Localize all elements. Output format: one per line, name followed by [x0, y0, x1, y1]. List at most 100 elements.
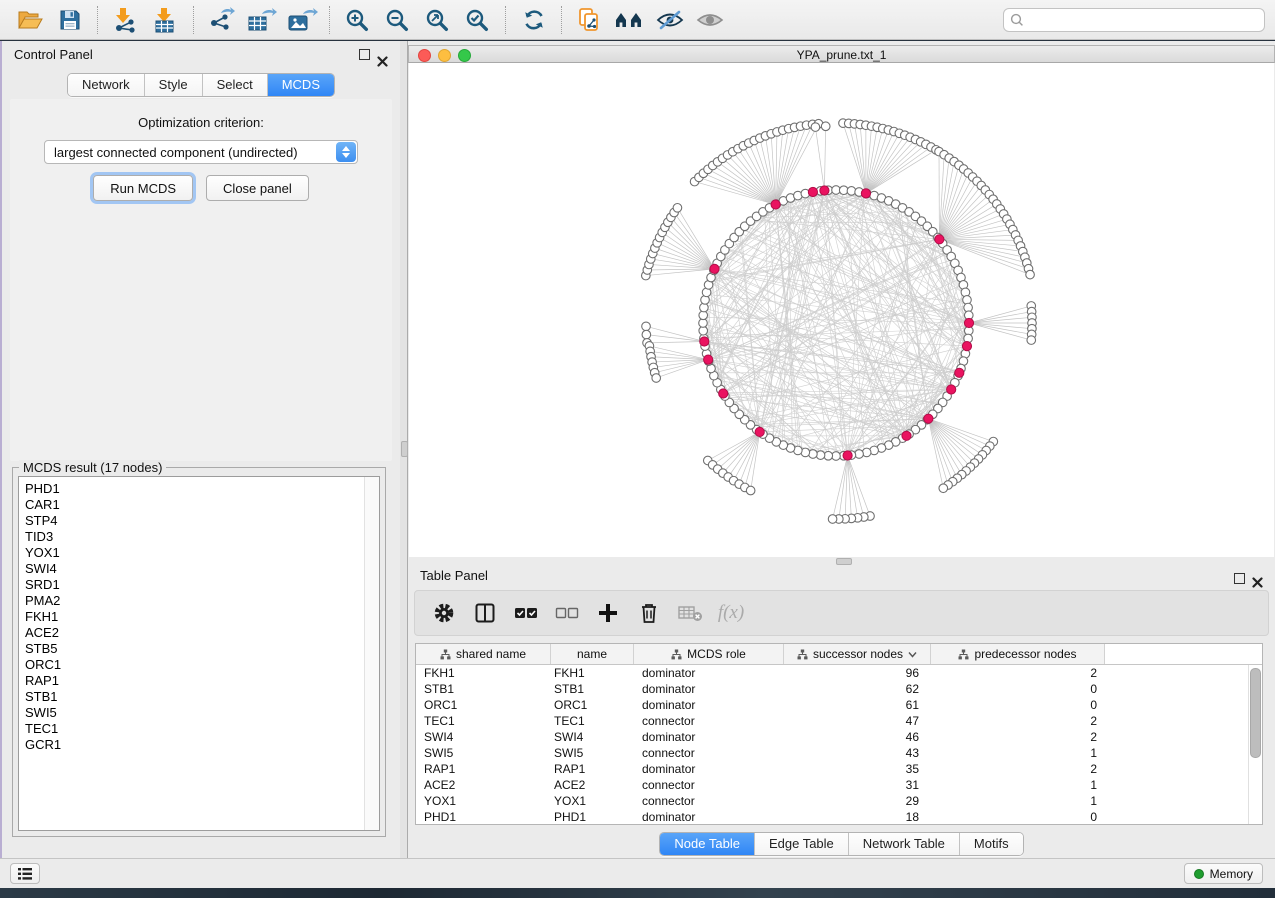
- import-network-icon[interactable]: [106, 4, 146, 36]
- table-cell[interactable]: dominator: [634, 762, 784, 776]
- table-cell[interactable]: 0: [931, 698, 1105, 712]
- function-builder-icon[interactable]: f(x): [718, 600, 744, 626]
- table-scrollbar-thumb[interactable]: [1250, 668, 1261, 758]
- save-session-icon[interactable]: [50, 4, 90, 36]
- leaf-node[interactable]: [821, 122, 830, 131]
- table-cell[interactable]: PHD1: [416, 810, 551, 824]
- dominator-node[interactable]: [808, 187, 817, 196]
- leaf-node[interactable]: [939, 484, 948, 493]
- vertical-splitter[interactable]: [400, 41, 408, 858]
- dominator-node[interactable]: [947, 385, 956, 394]
- table-row[interactable]: SWI5SWI5connector431: [416, 745, 1262, 761]
- dominator-node[interactable]: [935, 235, 944, 244]
- dominator-node[interactable]: [704, 355, 713, 364]
- deselect-all-icon[interactable]: [554, 600, 580, 626]
- dominator-node[interactable]: [755, 427, 764, 436]
- zoom-selected-icon[interactable]: [458, 4, 498, 36]
- show-columns-icon[interactable]: [472, 600, 498, 626]
- table-cell[interactable]: 47: [784, 714, 931, 728]
- export-image-icon[interactable]: [282, 4, 322, 36]
- task-history-button[interactable]: [10, 863, 40, 884]
- table-row[interactable]: YOX1YOX1connector291: [416, 793, 1262, 809]
- table-cell[interactable]: YOX1: [551, 794, 634, 808]
- table-row[interactable]: TEC1TEC1connector472: [416, 713, 1262, 729]
- table-cell[interactable]: SWI5: [416, 746, 551, 760]
- table-cell[interactable]: dominator: [634, 682, 784, 696]
- mcds-result-item[interactable]: GCR1: [19, 737, 379, 753]
- dominator-node[interactable]: [719, 389, 728, 398]
- table-cell[interactable]: STB1: [551, 682, 634, 696]
- float-panel-icon[interactable]: [359, 49, 370, 60]
- show-all-icon[interactable]: [690, 4, 730, 36]
- leaf-node[interactable]: [673, 203, 682, 212]
- mcds-result-list[interactable]: PHD1CAR1STP4TID3YOX1SWI4SRD1PMA2FKH1ACE2…: [18, 476, 380, 831]
- leaf-node[interactable]: [811, 123, 820, 132]
- leaf-node[interactable]: [1026, 270, 1035, 279]
- column-header-predecessor-nodes[interactable]: predecessor nodes: [931, 644, 1105, 664]
- table-cell[interactable]: 61: [784, 698, 931, 712]
- memory-button[interactable]: Memory: [1184, 863, 1263, 884]
- table-cell[interactable]: ORC1: [551, 698, 634, 712]
- table-row[interactable]: STB1STB1dominator620: [416, 681, 1262, 697]
- table-cell[interactable]: 62: [784, 682, 931, 696]
- export-table-icon[interactable]: [242, 4, 282, 36]
- search-input[interactable]: [1003, 8, 1265, 32]
- table-row[interactable]: RAP1RAP1dominator352: [416, 761, 1262, 777]
- optimization-criterion-select[interactable]: largest connected component (undirected): [44, 140, 358, 164]
- column-header-name[interactable]: name: [551, 644, 634, 664]
- tab-network-table[interactable]: Network Table: [849, 833, 960, 855]
- table-cell[interactable]: 96: [784, 666, 931, 680]
- tab-network[interactable]: Network: [68, 74, 145, 96]
- close-table-panel-icon[interactable]: [1252, 573, 1263, 584]
- table-cell[interactable]: 29: [784, 794, 931, 808]
- table-cell[interactable]: STB1: [416, 682, 551, 696]
- delete-table-icon[interactable]: [677, 600, 703, 626]
- mcds-result-item[interactable]: PHD1: [19, 481, 379, 497]
- dominator-node[interactable]: [962, 341, 971, 350]
- network-window-titlebar[interactable]: YPA_prune.txt_1: [408, 45, 1275, 63]
- horizontal-splitter[interactable]: [408, 557, 1275, 565]
- leaf-node[interactable]: [1027, 336, 1036, 345]
- table-cell[interactable]: 31: [784, 778, 931, 792]
- table-cell[interactable]: 1: [931, 746, 1105, 760]
- table-cell[interactable]: dominator: [634, 698, 784, 712]
- refresh-view-icon[interactable]: [514, 4, 554, 36]
- dominator-node[interactable]: [861, 189, 870, 198]
- table-cell[interactable]: 2: [931, 730, 1105, 744]
- float-table-panel-icon[interactable]: [1234, 573, 1245, 584]
- table-cell[interactable]: 2: [931, 714, 1105, 728]
- dominator-node[interactable]: [955, 368, 964, 377]
- mcds-result-item[interactable]: SRD1: [19, 577, 379, 593]
- dominator-node[interactable]: [902, 431, 911, 440]
- mcds-result-item[interactable]: STB1: [19, 689, 379, 705]
- network-graph[interactable]: [409, 63, 1274, 557]
- column-header-successor-nodes[interactable]: successor nodes: [784, 644, 931, 664]
- dominator-node[interactable]: [924, 414, 933, 423]
- table-cell[interactable]: SWI5: [551, 746, 634, 760]
- dominator-node[interactable]: [820, 186, 829, 195]
- tab-motifs[interactable]: Motifs: [960, 833, 1023, 855]
- leaf-node[interactable]: [642, 330, 651, 339]
- export-network-icon[interactable]: [202, 4, 242, 36]
- leaf-node[interactable]: [828, 515, 837, 524]
- table-cell[interactable]: YOX1: [416, 794, 551, 808]
- table-row[interactable]: PHD1PHD1dominator180: [416, 809, 1262, 825]
- binoculars-icon[interactable]: [610, 4, 650, 36]
- zoom-fit-icon[interactable]: [418, 4, 458, 36]
- table-cell[interactable]: SWI4: [416, 730, 551, 744]
- mcds-result-item[interactable]: PMA2: [19, 593, 379, 609]
- table-cell[interactable]: 0: [931, 682, 1105, 696]
- table-cell[interactable]: RAP1: [551, 762, 634, 776]
- table-cell[interactable]: 2: [931, 666, 1105, 680]
- column-header-MCDS-role[interactable]: MCDS role: [634, 644, 784, 664]
- mcds-result-item[interactable]: FKH1: [19, 609, 379, 625]
- select-all-icon[interactable]: [513, 600, 539, 626]
- table-row[interactable]: SWI4SWI4dominator462: [416, 729, 1262, 745]
- horizontal-splitter-grip[interactable]: [836, 558, 852, 565]
- table-cell[interactable]: dominator: [634, 666, 784, 680]
- mcds-result-item[interactable]: ACE2: [19, 625, 379, 641]
- table-cell[interactable]: ACE2: [551, 778, 634, 792]
- column-header-shared-name[interactable]: shared name: [416, 644, 551, 664]
- table-cell[interactable]: connector: [634, 746, 784, 760]
- table-cell[interactable]: 43: [784, 746, 931, 760]
